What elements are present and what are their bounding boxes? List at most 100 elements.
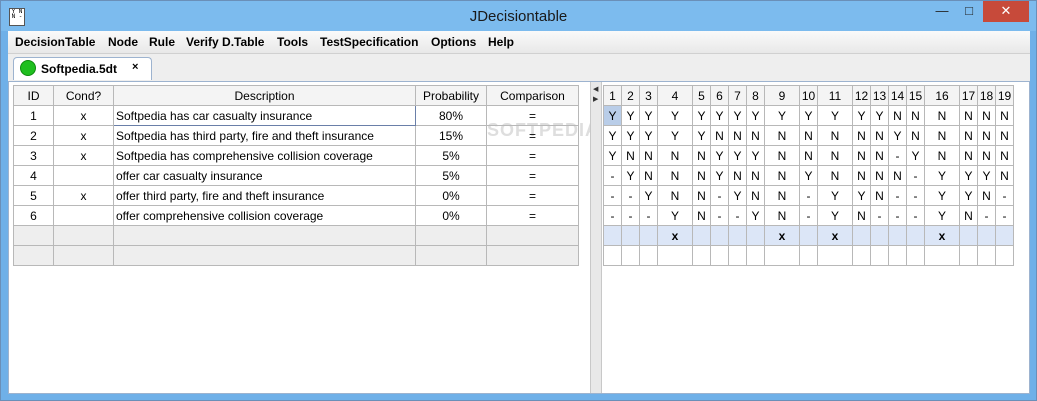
cell-empty[interactable] [113, 225, 416, 246]
cell-probability[interactable]: 5% [415, 145, 487, 166]
rule-cell[interactable]: N [746, 125, 765, 146]
rule-cell[interactable]: N [799, 145, 818, 166]
rule-cell-empty[interactable] [764, 245, 800, 266]
rule-cell[interactable]: N [746, 185, 765, 206]
rule-header[interactable]: 16 [924, 85, 960, 106]
rule-row[interactable]: YNNNNYYYNNNNN-YNNNN [603, 145, 1014, 166]
rule-cell[interactable]: Y [817, 105, 853, 126]
cell-description[interactable]: offer car casualty insurance [113, 165, 416, 186]
rule-header[interactable]: 1 [603, 85, 622, 106]
rule-cell[interactable]: N [959, 125, 978, 146]
rule-header[interactable]: 17 [959, 85, 978, 106]
cell-comparison[interactable]: = [486, 105, 579, 126]
cell-probability[interactable]: 0% [415, 185, 487, 206]
rule-cell[interactable]: N [657, 145, 693, 166]
cell-id[interactable]: 5 [13, 185, 54, 206]
rule-cell[interactable]: N [657, 165, 693, 186]
rule-cell[interactable]: Y [799, 105, 818, 126]
rule-header[interactable]: 4 [657, 85, 693, 106]
rule-row[interactable]: -YNNNYNNNYNNNN-YYYN [603, 165, 1014, 186]
rule-cell[interactable]: N [888, 105, 907, 126]
table-row[interactable]: 2 x Softpedia has third party, fire and … [13, 125, 579, 146]
rule-cell[interactable]: N [924, 105, 960, 126]
tab-close-icon[interactable]: × [132, 61, 138, 73]
rule-cell-empty[interactable] [817, 245, 853, 266]
cell-probability[interactable]: 80% [415, 105, 487, 126]
cell-empty[interactable] [415, 225, 487, 246]
cell-cond[interactable]: x [53, 185, 114, 206]
table-row-empty[interactable] [13, 245, 579, 266]
rule-cell[interactable]: Y [959, 185, 978, 206]
rule-cell-empty[interactable] [710, 245, 729, 266]
rule-cell[interactable]: N [852, 165, 871, 186]
rule-row[interactable]: --YNN-YNN-YYN--YYN- [603, 185, 1014, 206]
rule-cell[interactable]: N [728, 125, 747, 146]
rule-cell-empty[interactable] [621, 245, 640, 266]
rule-cell[interactable]: - [621, 205, 640, 226]
rule-cell[interactable]: N [870, 145, 889, 166]
action-cell[interactable] [746, 225, 765, 246]
rule-row[interactable]: YYYYYNNNNNNNNYNNNNN [603, 125, 1014, 146]
action-cell[interactable] [888, 225, 907, 246]
table-row[interactable]: 1 x Softpedia has car casualty insurance… [13, 105, 579, 126]
rule-header[interactable]: 14 [888, 85, 907, 106]
close-button[interactable]: ✕ [983, 1, 1029, 22]
table-row[interactable]: 6 offer comprehensive collision coverage… [13, 205, 579, 226]
rule-cell[interactable]: Y [924, 185, 960, 206]
cell-empty[interactable] [486, 225, 579, 246]
cell-probability[interactable]: 5% [415, 165, 487, 186]
rule-cell[interactable]: - [728, 205, 747, 226]
action-cell[interactable] [692, 225, 711, 246]
cell-comparison[interactable]: = [486, 185, 579, 206]
rule-cell[interactable]: N [852, 205, 871, 226]
rule-cell[interactable]: Y [906, 145, 925, 166]
tab-softpedia-5dt[interactable]: Softpedia.5dt × [13, 57, 152, 80]
rule-cell-empty[interactable] [639, 245, 658, 266]
rule-cell[interactable]: Y [728, 105, 747, 126]
rule-cell[interactable]: N [764, 165, 800, 186]
rule-cell[interactable]: Y [728, 185, 747, 206]
rule-cell[interactable]: N [977, 185, 996, 206]
rule-cell-empty[interactable] [728, 245, 747, 266]
rule-cell[interactable]: N [995, 105, 1014, 126]
cell-cond[interactable] [53, 165, 114, 186]
cell-empty[interactable] [53, 245, 114, 266]
rule-cell[interactable]: - [621, 185, 640, 206]
rule-cell[interactable]: N [977, 145, 996, 166]
rule-cell[interactable]: N [817, 145, 853, 166]
cell-description[interactable]: Softpedia has car casualty insurance [113, 105, 416, 126]
rule-header[interactable]: 3 [639, 85, 658, 106]
rule-cell[interactable]: N [764, 125, 800, 146]
cell-empty[interactable] [13, 225, 54, 246]
col-header-description[interactable]: Description [113, 85, 416, 106]
rule-cell[interactable]: N [764, 185, 800, 206]
rule-cell[interactable]: N [764, 145, 800, 166]
rule-header[interactable]: 18 [977, 85, 996, 106]
action-row[interactable]: xxxx [603, 225, 1014, 246]
rule-cell[interactable]: Y [603, 145, 622, 166]
table-row[interactable]: 4 offer car casualty insurance 5% = [13, 165, 579, 186]
col-header-probability[interactable]: Probability [415, 85, 487, 106]
rule-cell-empty[interactable] [870, 245, 889, 266]
cell-cond[interactable]: x [53, 145, 114, 166]
action-cell[interactable] [977, 225, 996, 246]
rule-cell[interactable]: Y [657, 105, 693, 126]
col-header-cond[interactable]: Cond? [53, 85, 114, 106]
cell-id[interactable]: 6 [13, 205, 54, 226]
rule-cell[interactable]: N [692, 145, 711, 166]
rule-cell[interactable]: N [977, 125, 996, 146]
cell-id[interactable]: 3 [13, 145, 54, 166]
rule-cell-empty[interactable] [924, 245, 960, 266]
rule-header[interactable]: 13 [870, 85, 889, 106]
rule-cell[interactable]: Y [746, 205, 765, 226]
rule-cell[interactable]: - [710, 185, 729, 206]
rule-cell[interactable]: - [906, 185, 925, 206]
cell-probability[interactable]: 0% [415, 205, 487, 226]
menu-options[interactable]: Options [431, 35, 476, 49]
rule-row[interactable]: YYYYYYYYYYYYYNNNNNN [603, 105, 1014, 126]
action-cell[interactable]: x [924, 225, 960, 246]
rule-cell-empty[interactable] [888, 245, 907, 266]
rule-cell[interactable]: - [906, 205, 925, 226]
rule-cell-empty[interactable] [603, 245, 622, 266]
rule-cell[interactable]: Y [621, 105, 640, 126]
